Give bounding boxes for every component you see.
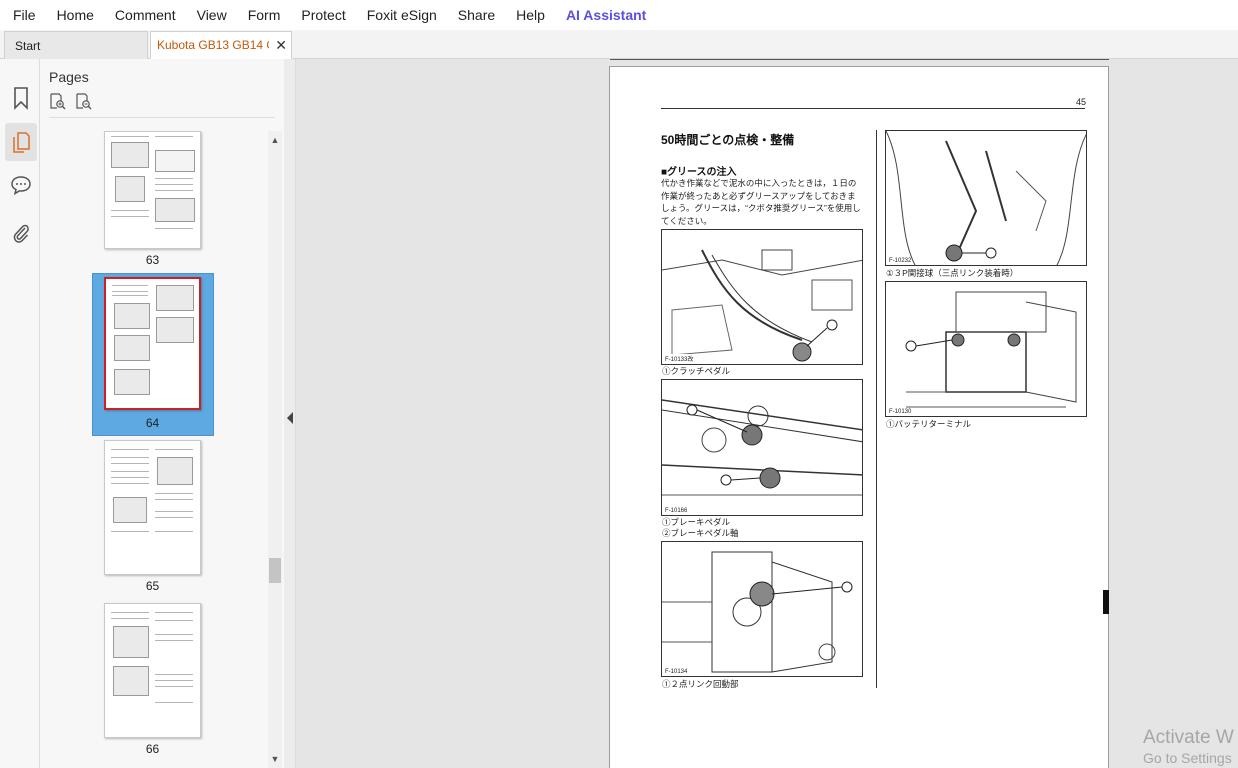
panel-collapse-handle[interactable] [284,59,296,768]
tab-start-label: Start [15,38,41,53]
page-number-65: 65 [145,579,160,593]
previous-page-edge [610,59,1109,60]
column-divider [876,130,877,688]
menu-bar: File Home Comment View Form Protect Foxi… [0,0,1238,30]
figure-5-caption: ①バッテリターミナル [886,419,972,429]
instruction-paragraph: 代かき作業などで泥水の中に入ったときは，１日の作業が終ったあと必ずグリースアップ… [661,178,861,226]
collapse-arrow-icon[interactable] [287,412,293,424]
figure-2-caption-1: ①ブレーキペダル [662,517,731,527]
figure-three-point-link: F-10232 [885,130,1087,266]
thumbnail-scrollbar[interactable]: ▲ ▼ [268,131,282,768]
page-edge-marker [1103,590,1109,614]
page-thumbnail-list: 63 64 65 66 [40,131,268,768]
tab-document[interactable]: Kubota GB13 GB14 G... ✕ [150,31,292,59]
page-number-63: 63 [145,253,160,267]
figure-battery-terminal: F-10130 [885,281,1087,417]
figure-2-caption-2: ②ブレーキペダル軸 [662,528,739,538]
pages-panel-toolbar [49,93,92,115]
figure-3-caption: ①２点リンク回動部 [662,679,739,689]
foxit-pdf-window: File Home Comment View Form Protect Foxi… [0,0,1238,768]
menu-file[interactable]: File [13,7,36,23]
figure-two-point-link: F-10134 [661,541,863,677]
figure-2-id: F-10166 [665,508,688,514]
menu-home[interactable]: Home [57,7,94,23]
figure-brake-pedal: F-10166 [661,379,863,516]
navigation-rail [0,59,40,768]
menu-form[interactable]: Form [248,7,281,23]
figure-1-caption: ①クラッチペダル [662,366,731,376]
attachments-icon[interactable] [5,214,37,252]
watermark-line-2: Go to Settings [1143,750,1232,766]
comments-icon[interactable] [5,166,37,204]
subsection-heading: ■グリースの注入 [661,167,737,178]
scroll-down-icon[interactable]: ▼ [268,752,282,766]
section-heading: 50時間ごとの点検・整備 [661,133,795,147]
close-tab-icon[interactable]: ✕ [275,38,287,52]
figure-clutch-pedal: F-10133改 [661,229,863,365]
scrollbar-thumb[interactable] [269,558,281,583]
watermark-line-1: Activate W [1143,727,1234,748]
menu-protect[interactable]: Protect [301,7,345,23]
page-number-64: 64 [145,416,160,430]
figure-4-id: F-10232 [889,258,912,264]
page-thumbnail-63[interactable] [104,131,201,249]
menu-comment[interactable]: Comment [115,7,176,23]
menu-ai-assistant[interactable]: AI Assistant [566,7,646,23]
tab-document-label: Kubota GB13 GB14 G... [157,38,269,52]
page-zoom-out-icon[interactable] [75,93,92,115]
page-number: 45 [1076,97,1087,107]
figure-1-id: F-10133改 [665,354,694,363]
menu-view[interactable]: View [197,7,227,23]
header-rule [661,108,1085,109]
menu-foxit-esign[interactable]: Foxit eSign [367,7,437,23]
tab-start[interactable]: Start [4,31,148,59]
pages-panel: Pages 63 64 65 66 [40,59,284,768]
bookmark-icon[interactable] [5,79,37,117]
figure-5-id: F-10130 [889,409,912,415]
page-thumbnail-65[interactable] [104,440,201,575]
figure-4-caption: ①３P関接球（三点リンク装着時） [886,268,1019,278]
page-thumbnail-64[interactable] [104,277,201,410]
document-tab-bar: Start Kubota GB13 GB14 G... ✕ [0,30,1238,59]
panel-divider [49,117,275,118]
figure-3-id: F-10134 [665,669,688,675]
page-number-66: 66 [145,742,160,756]
menu-help[interactable]: Help [516,7,545,23]
page-thumbnail-66[interactable] [104,603,201,738]
pdf-page: 45 50時間ごとの点検・整備 ■グリースの注入 代かき作業などで泥水の中に入っ… [609,66,1109,768]
pages-panel-title: Pages [49,69,89,85]
scroll-up-icon[interactable]: ▲ [268,133,282,147]
activation-watermark: Activate W Go to Settings [1143,727,1234,767]
document-view[interactable]: 45 50時間ごとの点検・整備 ■グリースの注入 代かき作業などで泥水の中に入っ… [297,59,1238,768]
menu-share[interactable]: Share [458,7,495,23]
page-zoom-in-icon[interactable] [49,93,66,115]
pages-icon[interactable] [5,123,37,161]
